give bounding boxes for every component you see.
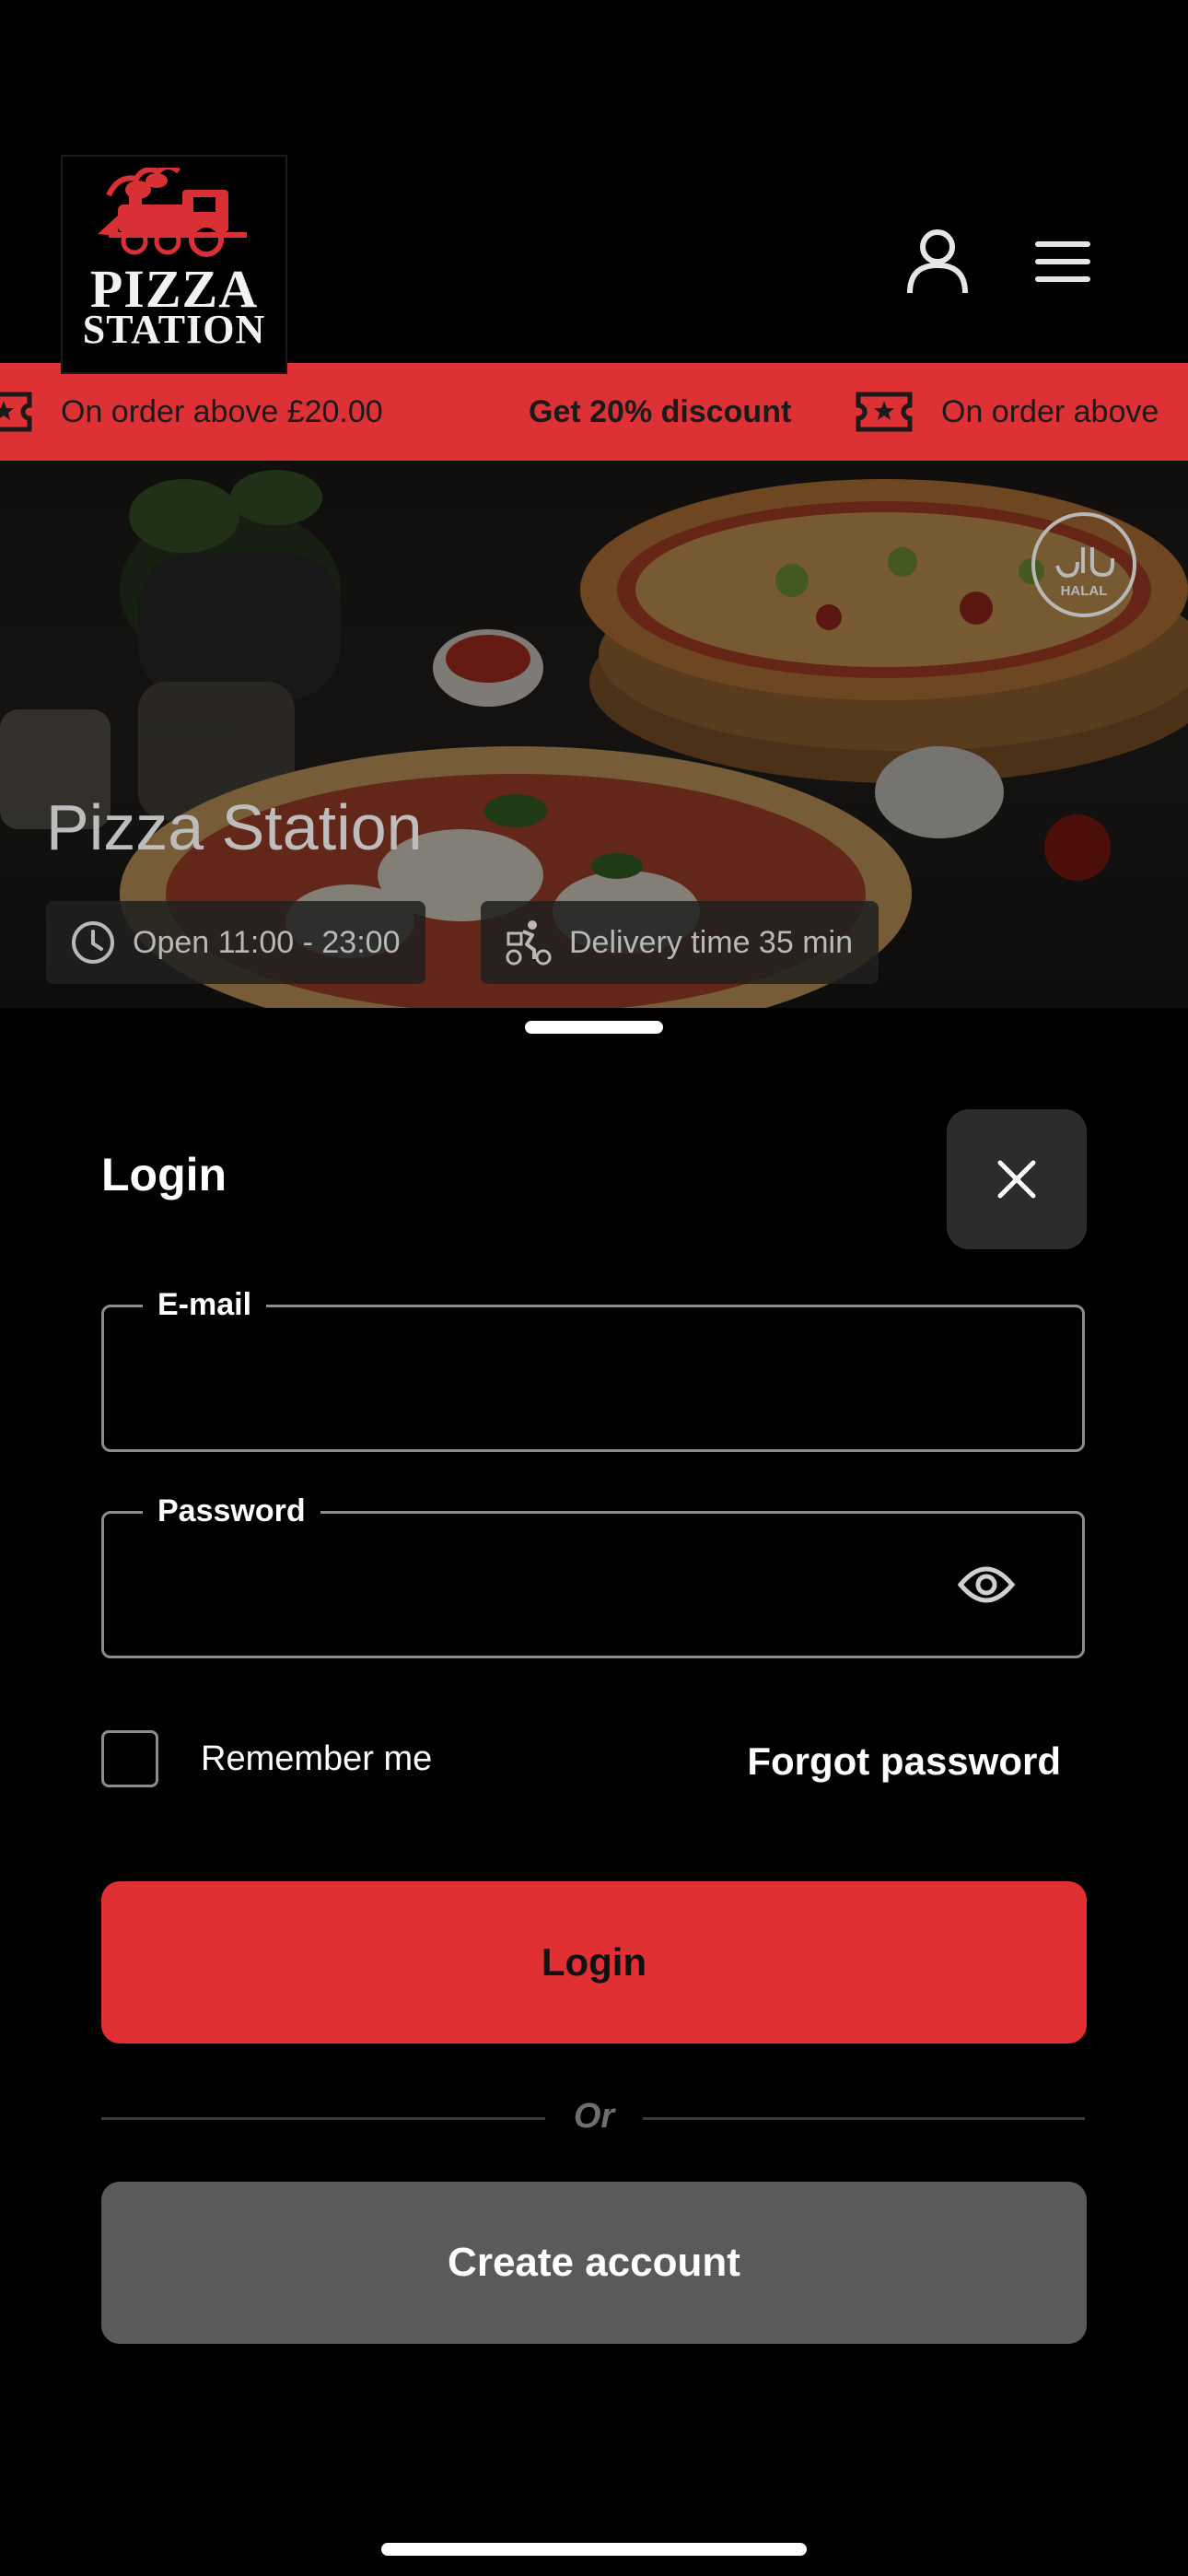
halal-label: HALAL (1061, 583, 1108, 599)
close-icon (997, 1160, 1036, 1199)
brand-logo[interactable]: PIZZA STATION (63, 157, 285, 372)
close-button[interactable] (947, 1109, 1087, 1249)
login-title: Login (101, 1149, 227, 1200)
ticket-star-icon (0, 392, 32, 432)
delivery-time-chip: Delivery time 35 min (481, 901, 879, 984)
divider-line (101, 2117, 545, 2120)
sheet-grabber[interactable] (525, 1021, 663, 1034)
remember-me-row[interactable]: Remember me (101, 1730, 432, 1787)
delivery-time-text: Delivery time 35 min (569, 924, 853, 960)
email-input[interactable] (104, 1307, 1082, 1449)
halal-badge-icon: HALAL (1031, 512, 1136, 617)
restaurant-name: Pizza Station (46, 791, 423, 863)
password-input[interactable] (104, 1514, 1082, 1656)
password-label: Password (143, 1493, 320, 1529)
password-field[interactable]: Password (101, 1493, 1085, 1658)
menu-button[interactable] (1028, 227, 1098, 297)
create-account-button[interactable]: Create account (101, 2182, 1087, 2344)
remember-me-label: Remember me (201, 1739, 433, 1778)
email-field[interactable]: E-mail (101, 1287, 1085, 1452)
delivery-rider-icon (506, 920, 552, 966)
login-button[interactable]: Login (101, 1881, 1087, 2043)
email-label: E-mail (143, 1287, 267, 1323)
opening-hours-text: Open 11:00 - 23:00 (133, 924, 401, 960)
promo-text: On order above (941, 393, 1159, 429)
user-icon (907, 229, 968, 294)
clock-icon (72, 921, 114, 964)
show-password-button[interactable] (951, 1552, 1021, 1617)
app-header: PIZZA STATION (0, 0, 1188, 372)
home-indicator[interactable] (381, 2543, 807, 2556)
opening-hours-chip: Open 11:00 - 23:00 (46, 901, 426, 984)
ticket-star-icon (856, 392, 913, 432)
logo-wordmark-line2: STATION (82, 307, 266, 352)
eye-icon (957, 1566, 1016, 1603)
divider-line (643, 2117, 1085, 2120)
hamburger-menu-icon (1035, 241, 1090, 282)
account-button[interactable] (903, 227, 973, 297)
login-sheet: Login E-mail Password Remember me Forgot… (0, 1008, 1188, 2576)
promo-text: On order above £20.00 (61, 393, 383, 429)
promo-banner: On order above £20.00 Get 20% discount O… (0, 363, 1188, 461)
promo-text-highlight: Get 20% discount (529, 393, 792, 429)
remember-me-checkbox[interactable] (101, 1730, 158, 1787)
restaurant-hero: HALAL Pizza Station Open 11:00 - 23:00 D… (0, 461, 1188, 1008)
train-icon (98, 168, 247, 257)
or-divider-label: Or (573, 2097, 615, 2136)
forgot-password-link[interactable]: Forgot password (747, 1739, 1061, 1784)
